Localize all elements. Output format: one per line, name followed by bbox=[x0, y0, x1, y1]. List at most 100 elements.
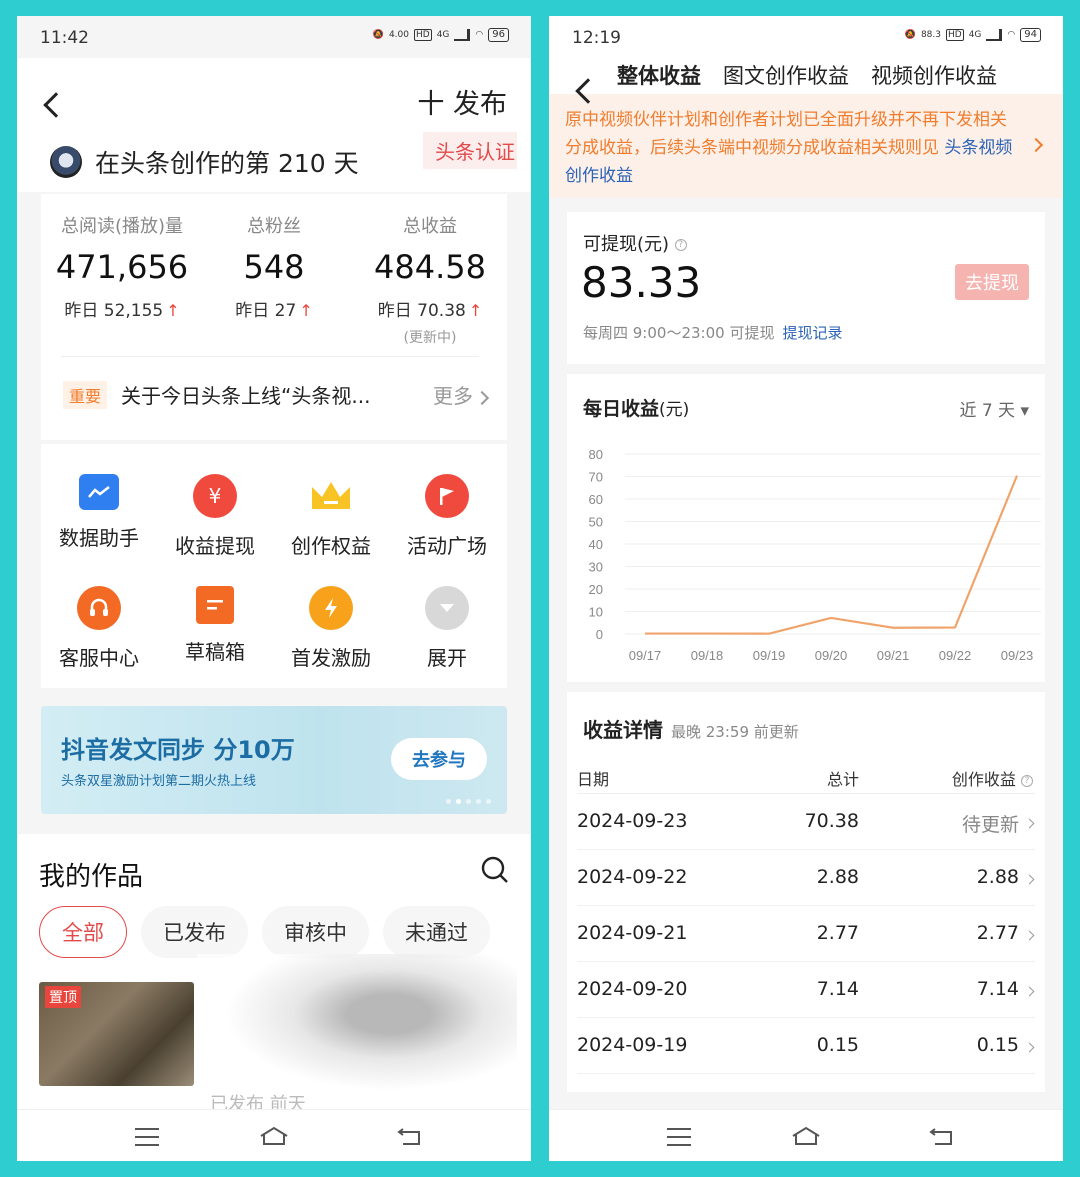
filter-published[interactable]: 已发布 bbox=[141, 906, 248, 958]
yuan-icon: ¥ bbox=[193, 474, 237, 518]
up-arrow-icon: ↑ bbox=[166, 301, 180, 320]
x-tick-label: 09/21 bbox=[877, 648, 910, 663]
tab-article-income[interactable]: 图文创作收益 bbox=[723, 60, 849, 90]
withdraw-record-link[interactable]: 提现记录 bbox=[782, 324, 842, 342]
avatar[interactable] bbox=[50, 146, 82, 178]
tool-first-publish-incentive[interactable]: 首发激励 bbox=[273, 586, 389, 671]
headset-icon bbox=[77, 586, 121, 630]
promo-banner[interactable]: 抖音发文同步 分10万 头条双星激励计划第二期火热上线 去参与 bbox=[41, 706, 507, 814]
carousel-dot bbox=[446, 799, 451, 804]
stat-total-income[interactable]: 总收益 484.58 昨日 70.38 ↑ (更新中) bbox=[355, 212, 505, 347]
row-date: 2024-09-23 bbox=[577, 810, 688, 832]
range-dropdown[interactable]: 近 7 天 ▾ bbox=[959, 396, 1029, 421]
income-detail-title: 收益详情 最晚 23:59 前更新 bbox=[583, 714, 799, 743]
my-works-section: 我的作品 全部 已发布 审核中 未通过 置顶 已发布 前天 bbox=[17, 834, 531, 1124]
tools-grid: 数据助手 ¥ 收益提现 创作权益 活动广场 客服中心 草稿箱 首发激励 展开 bbox=[41, 444, 507, 688]
stat-value: 548 bbox=[243, 248, 305, 286]
tool-drafts[interactable]: 草稿箱 bbox=[157, 586, 273, 665]
back-nav-icon[interactable] bbox=[397, 1128, 421, 1146]
stat-label: 总收益 bbox=[403, 216, 457, 237]
more-link[interactable]: 更多 bbox=[433, 380, 490, 409]
tool-activity-plaza[interactable]: 活动广场 bbox=[389, 474, 505, 559]
daily-income-title-text: 每日收益 bbox=[583, 398, 660, 420]
col-creation-income: 创作收益 ? bbox=[952, 766, 1033, 790]
col-total: 总计 bbox=[826, 770, 859, 789]
carousel-dots bbox=[446, 799, 491, 804]
row-creation: 待更新 bbox=[961, 814, 1019, 836]
join-button[interactable]: 去参与 bbox=[391, 738, 487, 780]
help-icon[interactable]: ? bbox=[1021, 774, 1033, 787]
chevron-right-icon bbox=[474, 390, 490, 406]
hd-icon: HD bbox=[414, 29, 432, 41]
menu-icon[interactable] bbox=[667, 1128, 691, 1146]
table-row[interactable]: 2024-09-23 70.38 待更新 bbox=[577, 794, 1035, 850]
stat-total-reads[interactable]: 总阅读(播放)量 471,656 昨日 52,155 ↑ bbox=[47, 212, 197, 321]
carousel-dot bbox=[476, 799, 481, 804]
publish-button[interactable]: 十 发布 bbox=[417, 82, 507, 121]
search-icon[interactable] bbox=[481, 856, 509, 884]
policy-notice[interactable]: 原中视频伙伴计划和创作者计划已全面升级并不再下发相关分成收益，后续头条端中视频分… bbox=[549, 94, 1063, 198]
battery-icon: 94 bbox=[1020, 28, 1041, 42]
tool-customer-service[interactable]: 客服中心 bbox=[41, 586, 157, 671]
stat-total-fans[interactable]: 总粉丝 548 昨日 27 ↑ bbox=[199, 212, 349, 321]
tool-data-assistant[interactable]: 数据助手 bbox=[41, 474, 157, 551]
y-tick-label: 50 bbox=[589, 515, 603, 530]
chevron-right-icon bbox=[1024, 874, 1035, 885]
tool-creator-rights[interactable]: 创作权益 bbox=[273, 474, 389, 559]
daily-income-unit: (元) bbox=[659, 400, 690, 420]
table-row[interactable]: 2024-09-22 2.88 2.88 bbox=[577, 850, 1035, 906]
row-creation: 2.77 bbox=[976, 922, 1019, 944]
table-row[interactable]: 2024-09-21 2.77 2.77 bbox=[577, 906, 1035, 962]
daily-income-card: 每日收益(元) 近 7 天 ▾ 0 10 20 30 40 50 60 70 80 09/17 09… bbox=[567, 374, 1045, 682]
wifi-icon: ◠ bbox=[1007, 30, 1016, 40]
row-total: 2.88 bbox=[816, 866, 859, 888]
back-nav-icon[interactable] bbox=[929, 1128, 953, 1146]
filter-rejected[interactable]: 未通过 bbox=[383, 906, 490, 958]
carousel-dot bbox=[456, 799, 461, 804]
filter-all[interactable]: 全部 bbox=[39, 906, 127, 958]
tool-expand[interactable]: 展开 bbox=[389, 586, 505, 671]
stat-yesterday-text: 昨日 70.38 bbox=[377, 301, 466, 321]
row-creation: 2.88 bbox=[976, 866, 1019, 888]
y-tick-label: 30 bbox=[589, 560, 603, 575]
mute-icon: 🔕 bbox=[372, 30, 384, 40]
certification-button[interactable]: 头条认证 bbox=[423, 132, 517, 169]
tab-video-income[interactable]: 视频创作收益 bbox=[871, 60, 997, 90]
withdraw-button[interactable]: 去提现 bbox=[955, 264, 1029, 300]
stat-yesterday-text: 昨日 52,155 bbox=[64, 301, 164, 321]
home-icon[interactable] bbox=[259, 1126, 289, 1146]
y-tick-label: 70 bbox=[589, 470, 603, 485]
net-speed-value: 4.00 bbox=[388, 30, 409, 40]
tool-label: 活动广场 bbox=[407, 534, 487, 558]
crown-icon bbox=[309, 474, 353, 518]
works-title: 我的作品 bbox=[39, 862, 144, 892]
filter-reviewing[interactable]: 审核中 bbox=[262, 906, 369, 958]
row-date: 2024-09-19 bbox=[577, 1034, 688, 1056]
right-phone-screen: 12:19 🔕 88.3 HD 4G ◠ 94 整体收益 图文创作收益 视频创作… bbox=[549, 16, 1063, 1161]
status-icons: 🔕 88.3 HD 4G ◠ 94 bbox=[905, 28, 1041, 42]
tab-overall-income[interactable]: 整体收益 bbox=[617, 60, 701, 100]
important-notice[interactable]: 重要 关于今日头条上线“头条视... 更多 bbox=[63, 380, 490, 409]
table-row[interactable]: 2024-09-20 7.14 7.14 bbox=[577, 962, 1035, 1018]
signal-icon bbox=[986, 29, 1003, 41]
flag-icon bbox=[425, 474, 469, 518]
wifi-icon: ◠ bbox=[475, 30, 484, 40]
table-row[interactable]: 2024-09-19 0.15 0.15 bbox=[577, 1018, 1035, 1074]
income-detail-card: 收益详情 最晚 23:59 前更新 日期 总计 创作收益 ? 2024-09-23… bbox=[567, 692, 1045, 1092]
stat-updating-note: (更新中) bbox=[403, 330, 457, 346]
policy-notice-text: 原中视频伙伴计划和创作者计划已全面升级并不再下发相关分成收益，后续头条端中视频分… bbox=[565, 110, 1007, 158]
home-icon[interactable] bbox=[791, 1126, 821, 1146]
withdraw-schedule: 每周四 9:00～23:00 可提现 提现记录 bbox=[583, 322, 842, 343]
help-icon[interactable]: ? bbox=[674, 239, 687, 251]
tool-income-withdraw[interactable]: ¥ 收益提现 bbox=[157, 474, 273, 559]
menu-icon[interactable] bbox=[135, 1128, 159, 1146]
withdrawable-label: 可提现(元) ? bbox=[583, 230, 687, 256]
lightning-icon bbox=[309, 586, 353, 630]
stats-card: 总阅读(播放)量 471,656 昨日 52,155 ↑ 总粉丝 548 昨日 2… bbox=[41, 194, 507, 440]
back-icon[interactable] bbox=[43, 92, 69, 118]
work-thumbnail[interactable]: 置顶 bbox=[39, 982, 194, 1086]
works-filter-tabs: 全部 已发布 审核中 未通过 bbox=[39, 906, 490, 958]
tool-label: 草稿箱 bbox=[185, 640, 245, 664]
table-header: 日期 总计 创作收益 ? bbox=[577, 758, 1035, 794]
update-note: 最晚 23:59 前更新 bbox=[671, 723, 799, 741]
